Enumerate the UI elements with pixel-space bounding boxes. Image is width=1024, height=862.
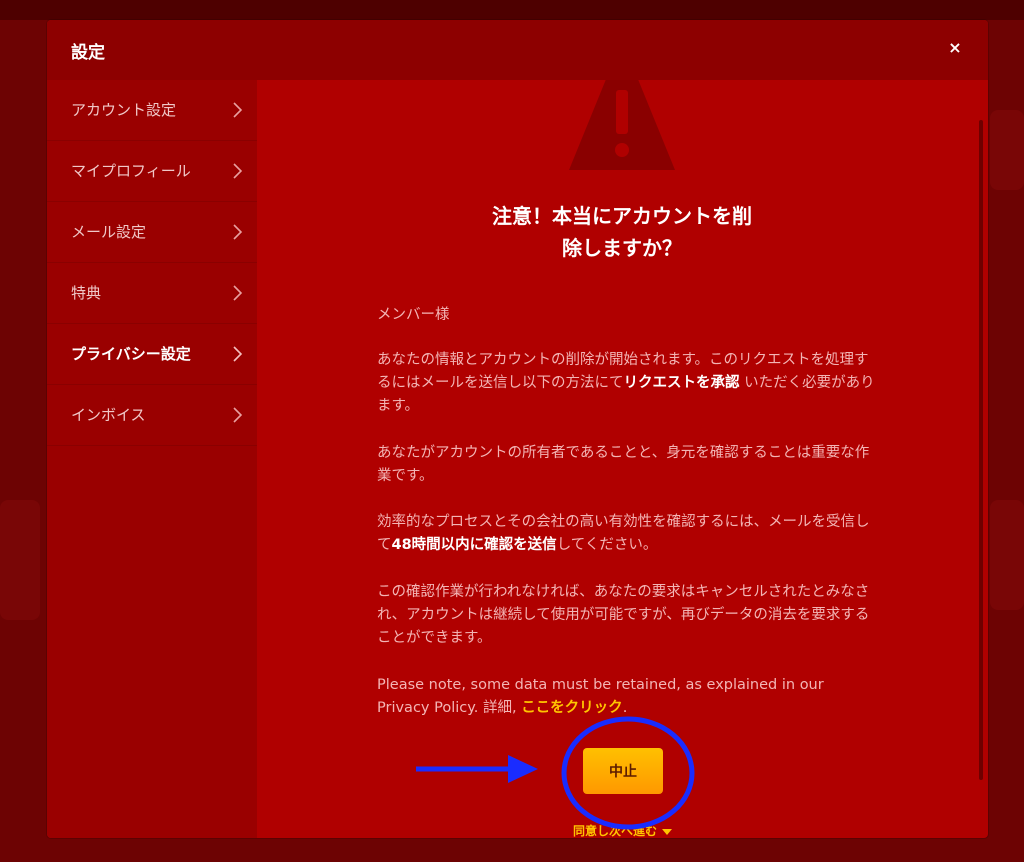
paragraph-cancellation: この確認作業が行われなければ、あなたの要求はキャンセルされたとみなされ、アカウン… [377, 584, 870, 646]
chevron-right-icon [233, 102, 243, 118]
background-card [990, 500, 1024, 610]
chevron-right-icon [233, 285, 243, 301]
sidebar-item-rewards[interactable]: 特典 [47, 263, 257, 324]
paragraph-privacy-note: Please note, some data must be retained,… [377, 674, 877, 720]
sidebar-item-label: 特典 [71, 284, 102, 302]
sidebar-item-label: マイプロフィール [71, 162, 191, 180]
cancel-button[interactable]: 中止 [583, 748, 663, 794]
agree-next-link[interactable]: 同意し次へ進む [573, 822, 673, 838]
privacy-content-panel: 注意！本当にアカウントを削 除しますか？ メンバー様 あなたの情報とアカウントの… [257, 80, 988, 838]
heading-line: 除しますか？ [562, 236, 682, 260]
paragraph-bold-text: 48時間以内に確認を送信 [391, 537, 557, 553]
paragraph-deletion-start: あなたの情報とアカウントの削除が開始されます。このリクエストを処理するにはメール… [377, 349, 877, 418]
background-card [990, 110, 1024, 190]
close-icon[interactable]: × [944, 37, 966, 59]
click-here-link[interactable]: ここをクリック [521, 700, 623, 716]
chevron-right-icon [233, 346, 243, 362]
paragraph-ownership: あなたがアカウントの所有者であることと、身元を確認することは重要な作業です。 [377, 445, 870, 484]
caret-down-icon [662, 828, 673, 835]
content-scrollbar[interactable] [979, 120, 983, 780]
sidebar-item-label: アカウント設定 [71, 101, 177, 119]
greeting-text: メンバー様 [377, 307, 450, 323]
sidebar-item-my-profile[interactable]: マイプロフィール [47, 141, 257, 202]
delete-warning-heading: 注意！本当にアカウントを削 除しますか？ [417, 200, 827, 264]
background-card [0, 500, 40, 620]
heading-line: 注意！本当にアカウントを削 [492, 204, 752, 228]
sidebar-item-account-settings[interactable]: アカウント設定 [47, 80, 257, 141]
paragraph-bold-text: リクエストを承認 [623, 375, 740, 391]
background-topbar [0, 0, 1024, 20]
chevron-right-icon [233, 163, 243, 179]
settings-sidebar: アカウント設定 マイプロフィール メール設定 特典 プライバシー設定 インボイス [47, 80, 257, 838]
sidebar-item-privacy-settings[interactable]: プライバシー設定 [47, 324, 257, 385]
agree-next-label: 同意し次へ進む [573, 824, 658, 838]
sidebar-item-email-settings[interactable]: メール設定 [47, 202, 257, 263]
paragraph-confirm-48h: 効率的なプロセスとその会社の高い有効性を確認するには、メールを受信して48時間以… [377, 511, 877, 557]
paragraph-text: してください。 [556, 537, 658, 553]
modal-title: 設定 [71, 43, 105, 63]
paragraph-text: . [622, 700, 628, 716]
sidebar-item-label: プライバシー設定 [71, 345, 191, 363]
sidebar-item-label: インボイス [71, 406, 146, 424]
sidebar-item-label: メール設定 [71, 223, 147, 241]
warning-icon [569, 80, 675, 170]
sidebar-item-invoices[interactable]: インボイス [47, 385, 257, 446]
modal-header: 設定 × [47, 20, 988, 80]
settings-modal: 設定 × アカウント設定 マイプロフィール メール設定 特典 プライバシー設定 … [47, 20, 988, 838]
chevron-right-icon [233, 407, 243, 423]
chevron-right-icon [233, 224, 243, 240]
